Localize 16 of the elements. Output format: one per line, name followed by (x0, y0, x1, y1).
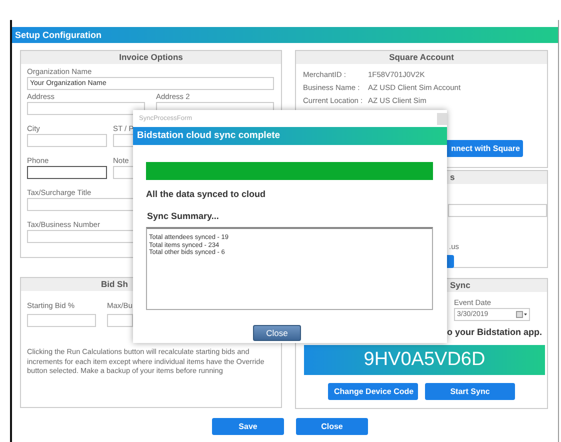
panel-header: Square Account (296, 51, 547, 64)
window-title: Setup Configuration (12, 27, 558, 43)
button[interactable]: Start Sync (425, 382, 515, 400)
panel-header: Invoice Options (21, 51, 281, 64)
button[interactable]: Close (296, 418, 368, 435)
button[interactable]: Save (212, 418, 284, 435)
calendar-icon (516, 311, 527, 318)
close-button[interactable]: Close (253, 325, 301, 341)
instruction-text: o your Bidstation app. (447, 326, 544, 339)
button[interactable]: Change Device Code (328, 382, 418, 400)
dialog-title: Bidstation cloud sync complete (133, 127, 447, 145)
device-code: 9HV0A5VD6D (304, 344, 545, 374)
input-field[interactable] (27, 166, 107, 179)
section-heading: Sync Summary... (147, 210, 220, 223)
status-message: All the data synced to cloud (146, 188, 267, 201)
close-box[interactable] (437, 113, 447, 125)
